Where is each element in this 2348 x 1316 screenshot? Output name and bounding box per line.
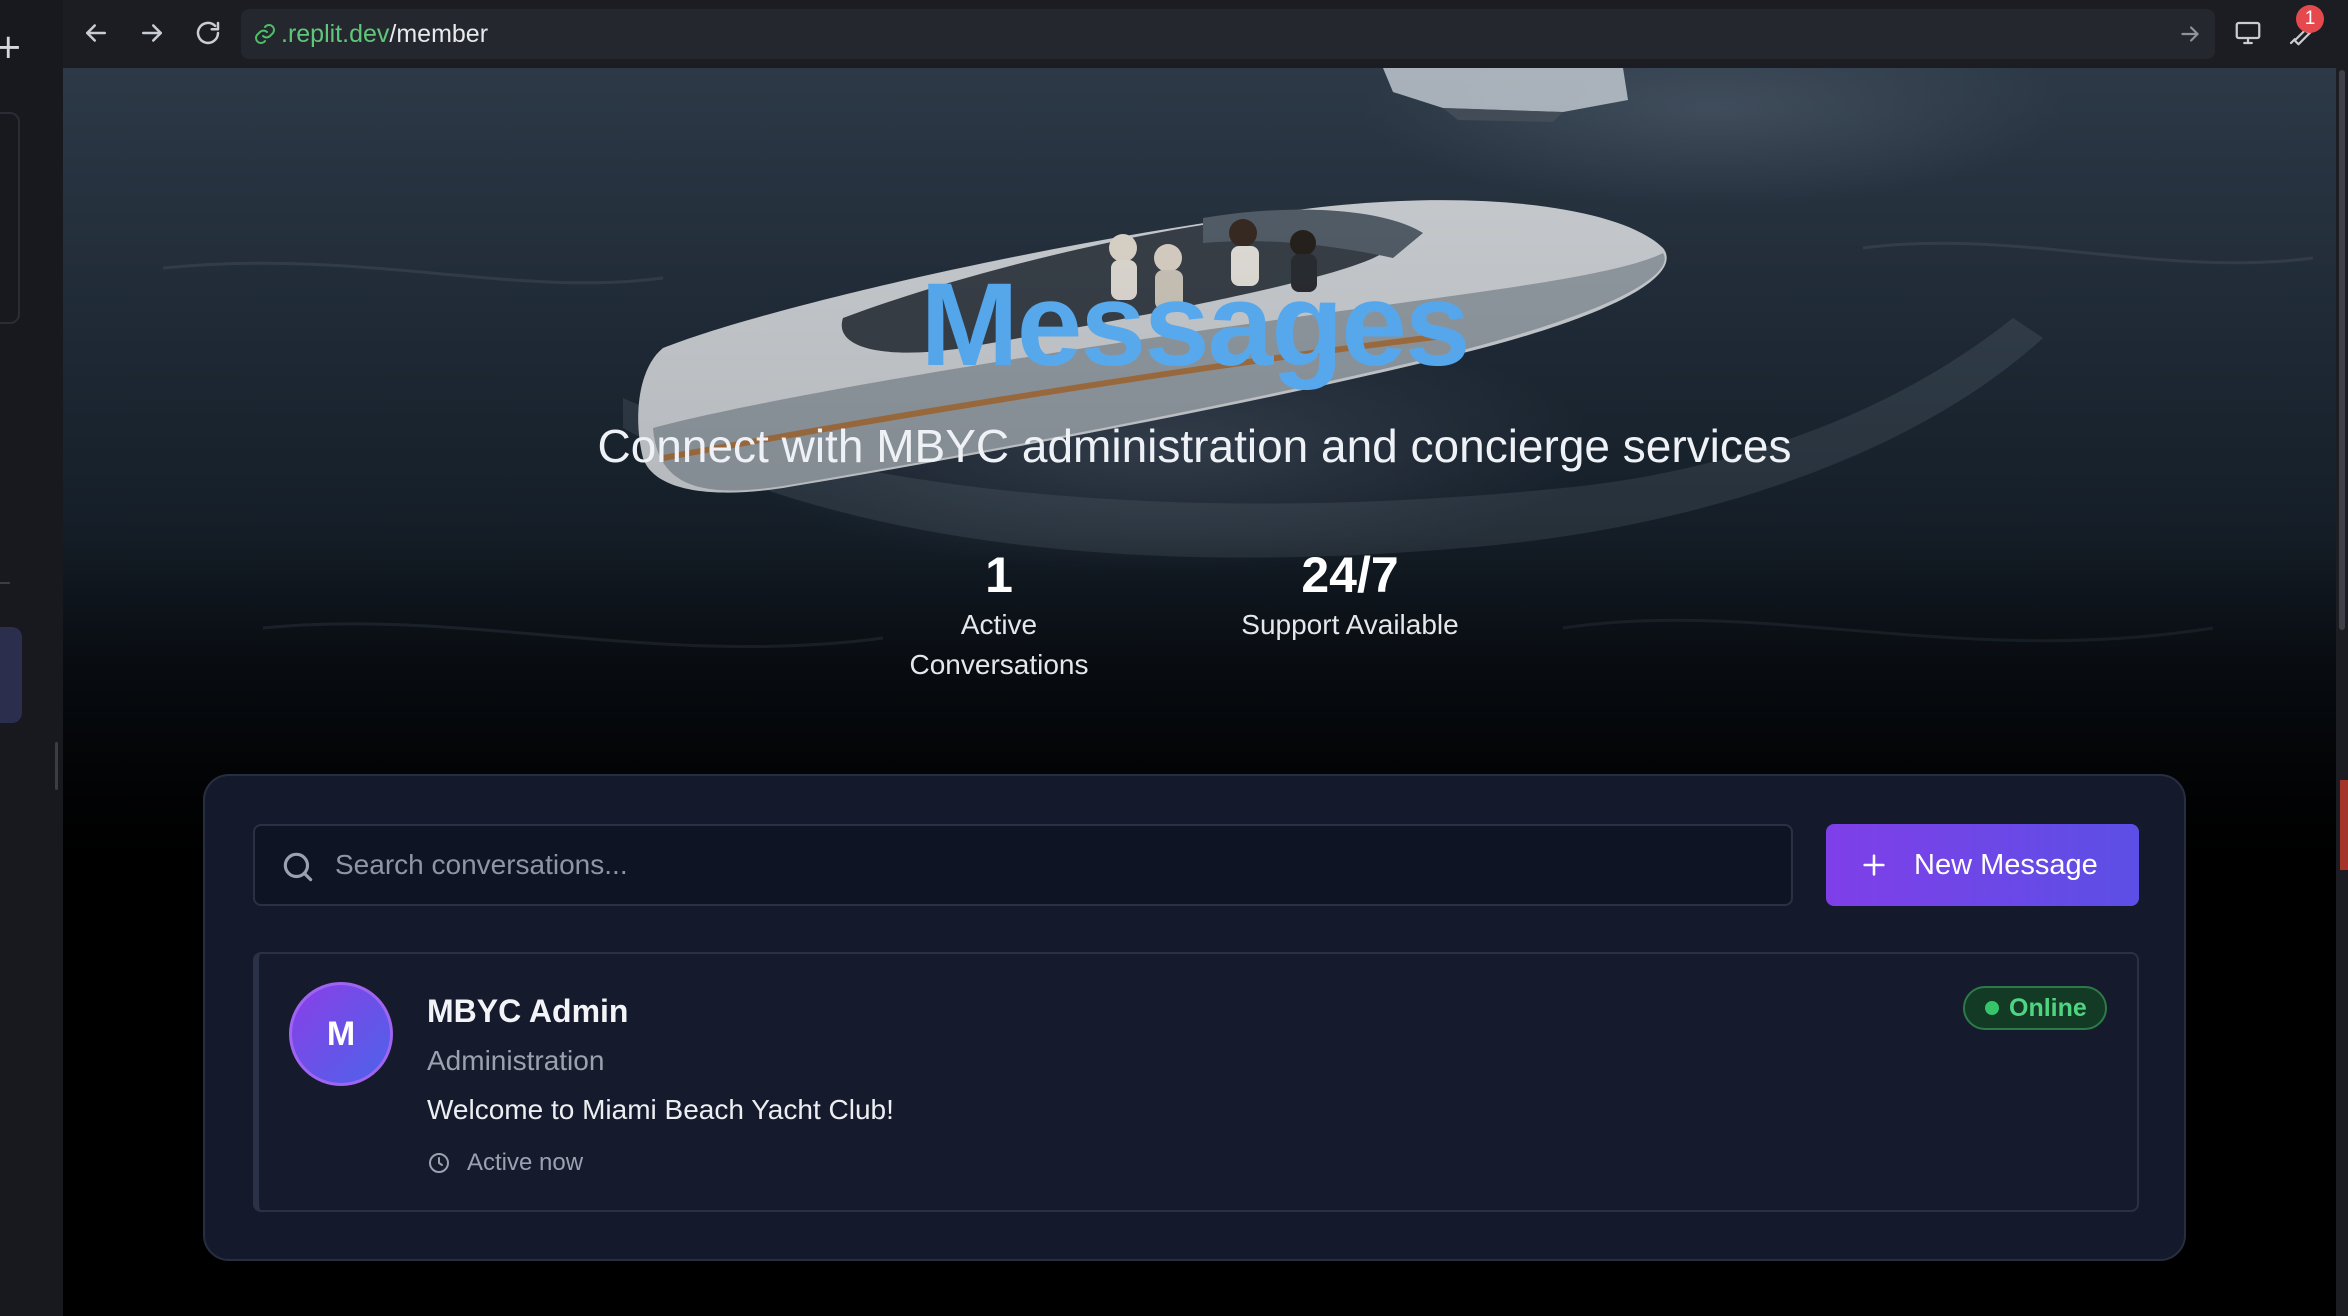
resize-handle[interactable] xyxy=(55,742,58,790)
go-arrow-icon[interactable] xyxy=(2177,21,2203,47)
status-text: Online xyxy=(2009,993,2087,1022)
conversation-name: MBYC Admin xyxy=(427,993,629,1029)
browser-toolbar: .replit.dev/member 1 xyxy=(63,0,2348,68)
new-message-button[interactable]: New Message xyxy=(1826,824,2139,906)
activity-text: Active now xyxy=(467,1149,584,1176)
conversation-role: Administration xyxy=(427,1045,605,1076)
conversation-activity: Active now xyxy=(427,1146,583,1180)
stat-label: Active Conversations xyxy=(909,609,1089,680)
reload-button[interactable] xyxy=(187,12,229,54)
stat-value: 1 xyxy=(985,547,1013,603)
ide-sidebar: + xyxy=(0,0,63,1316)
notification-badge: 1 xyxy=(2296,5,2324,33)
conversation-last-message: Welcome to Miami Beach Yacht Club! xyxy=(427,1094,894,1125)
screen: + .replit.dev/member 1 Messages Connect … xyxy=(0,0,2348,1316)
avatar: M xyxy=(289,982,393,1086)
status-badge: Online xyxy=(1963,986,2107,1030)
hero-section: Messages Connect with MBYC administratio… xyxy=(63,68,2336,848)
clock-icon xyxy=(429,1153,449,1173)
search-box[interactable] xyxy=(253,824,1793,906)
stat-label: Support Available xyxy=(1241,609,1459,640)
url-path: /member xyxy=(389,20,489,48)
messages-card: New Message M MBYC Admin Administration … xyxy=(203,774,2186,1261)
stat-value: 24/7 xyxy=(1301,547,1399,603)
back-button[interactable] xyxy=(75,12,117,54)
divider xyxy=(0,582,10,584)
edge-marker xyxy=(2340,780,2348,870)
forward-icon xyxy=(142,24,162,42)
new-message-label: New Message xyxy=(1914,848,2098,881)
side-panel-active-item[interactable] xyxy=(0,627,22,723)
page-subtitle: Connect with MBYC administration and con… xyxy=(597,420,1792,472)
search-icon xyxy=(283,852,313,882)
back-icon xyxy=(86,24,106,42)
add-tab-icon[interactable]: + xyxy=(0,22,23,72)
device-preview-button[interactable] xyxy=(2227,12,2269,54)
search-input[interactable] xyxy=(335,826,1775,904)
address-bar[interactable]: .replit.dev/member xyxy=(241,9,2215,59)
url-host: .replit.dev xyxy=(281,20,390,48)
plus-icon xyxy=(1863,854,1885,876)
page-viewport: Messages Connect with MBYC administratio… xyxy=(63,68,2336,1316)
conversation-item[interactable]: M MBYC Admin Administration Welcome to M… xyxy=(253,952,2139,1212)
page-title: Messages xyxy=(63,260,2326,390)
side-panel-edge xyxy=(0,112,20,324)
link-icon xyxy=(255,24,275,44)
url-text: .replit.dev/member xyxy=(281,9,488,59)
scrollbar-thumb[interactable] xyxy=(2339,70,2345,630)
forward-button[interactable] xyxy=(131,12,173,54)
scrollbar[interactable] xyxy=(2336,0,2348,1316)
reload-icon xyxy=(196,21,220,45)
monitor-icon xyxy=(2235,21,2261,45)
stat-active-conversations: 1 Active Conversations xyxy=(883,545,1115,685)
online-dot-icon xyxy=(1985,1001,1999,1015)
stat-support-available: 24/7 Support Available xyxy=(1234,545,1466,645)
